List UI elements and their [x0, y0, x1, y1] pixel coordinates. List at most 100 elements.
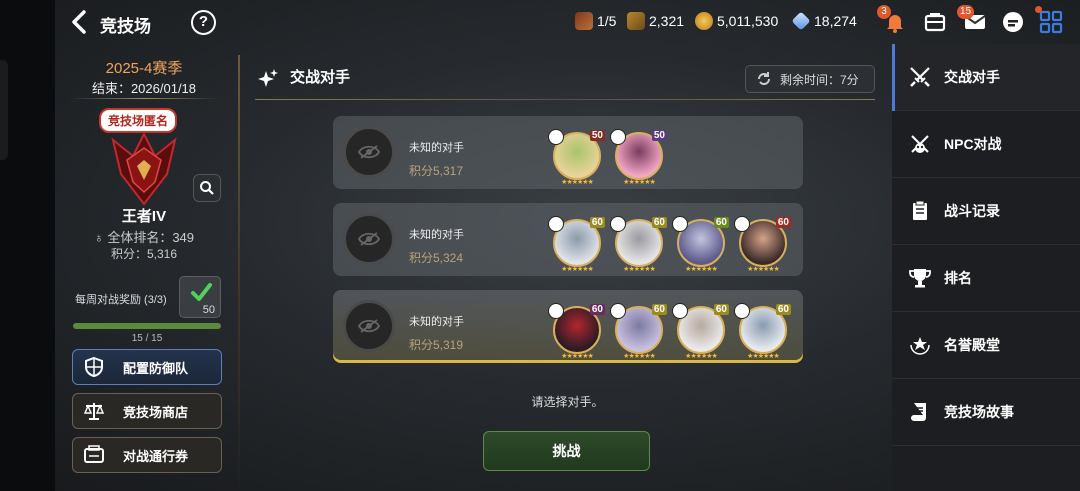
- hero-portrait[interactable]: 60 ★★★★★★: [672, 302, 729, 360]
- season-label: 2025-4赛季: [105, 60, 183, 77]
- challenge-button[interactable]: 挑战: [483, 431, 650, 471]
- sidebar-label: 战斗记录: [944, 203, 1000, 219]
- hero-role-icon: [610, 129, 626, 145]
- hero-stars: ★★★★★★: [561, 353, 594, 360]
- menu-grid-icon[interactable]: [1035, 6, 1065, 36]
- help-icon[interactable]: ?: [191, 10, 216, 35]
- rank-panel: 2025-4赛季 结束：2026/01/18 竞技场匿名 王者IV ♁ 全体排名…: [55, 44, 233, 491]
- reward-count: 50: [202, 304, 215, 316]
- rank-score: 积分：5,316: [110, 247, 178, 261]
- hidden-eye-icon: [358, 232, 380, 246]
- shield-icon: [85, 356, 103, 378]
- search-icon[interactable]: [193, 174, 221, 202]
- unknown-opponent-avatar: [343, 213, 395, 265]
- hero-role-icon: [610, 303, 626, 319]
- remaining-time-text: 剩余时间：7分: [780, 72, 859, 87]
- rank-emblem-icon: [103, 126, 185, 208]
- trophy-icon: [909, 269, 931, 288]
- sidebar-item-opponents[interactable]: 交战对手: [892, 44, 1080, 111]
- hero-level: 60: [651, 217, 667, 228]
- sidebar-item-arena-story[interactable]: 竞技场故事: [892, 379, 1080, 446]
- back-arrow-icon[interactable]: [67, 9, 93, 35]
- arena-shop-label: 竞技场商店: [123, 404, 189, 420]
- crystal-value: 18,274: [814, 13, 857, 29]
- opponent-name: 未知的对手: [409, 229, 464, 241]
- arena-sidebar: 交战对手 NPC对战 战斗记录 排名 名誉殿堂 竞技场故事: [892, 44, 1080, 491]
- hero-role-icon: [610, 216, 626, 232]
- sparkle-icon: [258, 69, 278, 87]
- rank-medal-icon: [627, 12, 645, 30]
- hero-portrait[interactable]: 60 ★★★★★★: [548, 302, 605, 360]
- hero-stars: ★★★★★★: [623, 353, 656, 360]
- hero-portrait[interactable]: 60 ★★★★★★: [734, 215, 791, 273]
- sidebar-label: 名誉殿堂: [944, 337, 1000, 353]
- hero-role-icon: [548, 216, 564, 232]
- hero-level: 60: [775, 304, 791, 315]
- hero-level: 60: [651, 304, 667, 315]
- hero-portrait[interactable]: 60 ★★★★★★: [610, 215, 667, 273]
- opponent-card[interactable]: 未知的对手 积分5,319 60 ★★★★★★ 60 ★★★★★★ 60 ★★★★★★ 60 ★★…: [333, 290, 803, 363]
- hero-portrait[interactable]: 60 ★★★★★★: [548, 215, 605, 273]
- chat-icon[interactable]: [999, 8, 1027, 36]
- npc-battle-icon: [911, 135, 929, 153]
- weekly-reward-label: 每周对战奖励 (3/3): [75, 294, 167, 306]
- progress-fill: [73, 323, 221, 329]
- weekly-reward-item[interactable]: 50: [179, 276, 221, 318]
- hero-portrait[interactable]: 50 ★★★★★★: [610, 128, 667, 186]
- hero-stars: ★★★★★★: [685, 266, 718, 273]
- hero-stars: ★★★★★★: [747, 266, 780, 273]
- hero-stars: ★★★★★★: [561, 179, 594, 186]
- team-icon[interactable]: [921, 8, 949, 36]
- opponent-points: 积分5,319: [409, 338, 464, 352]
- notification-bell-icon[interactable]: 3: [877, 5, 909, 36]
- medal-icon: ♁: [93, 230, 104, 245]
- sidebar-item-hall-of-fame[interactable]: 名誉殿堂: [892, 312, 1080, 379]
- defense-team-label: 配置防御队: [123, 360, 189, 376]
- hero-level: 50: [651, 130, 667, 141]
- scale-icon: [83, 403, 105, 420]
- hero-portrait[interactable]: 60 ★★★★★★: [734, 302, 791, 360]
- hero-role-icon: [672, 303, 688, 319]
- arena-ticket-resource[interactable]: 1/5: [575, 12, 616, 30]
- arena-ticket-value: 1/5: [597, 13, 617, 29]
- hero-stars: ★★★★★★: [747, 353, 780, 360]
- hero-role-icon: [734, 216, 750, 232]
- crystal-resource[interactable]: 18,274: [791, 11, 857, 31]
- opponent-card[interactable]: 未知的对手 积分5,317 50 ★★★★★★ 50 ★★★★★★: [333, 116, 803, 189]
- sidebar-label: 竞技场故事: [944, 404, 1014, 420]
- rank-medal-resource[interactable]: 2,321: [627, 12, 684, 30]
- opponent-points: 积分5,317: [409, 164, 464, 178]
- hero-level: 60: [713, 217, 729, 228]
- gold-coin-icon: [695, 12, 713, 30]
- rank-medal-value: 2,321: [649, 13, 685, 29]
- hero-level: 50: [589, 130, 605, 141]
- ornament-line: [69, 98, 219, 99]
- notification-badge: 3: [877, 5, 891, 19]
- mail-icon[interactable]: 15: [957, 5, 989, 36]
- defense-team-button[interactable]: 配置防御队: [72, 349, 222, 385]
- panel-divider: [238, 55, 240, 491]
- arena-screen: 竞技场 ? 1/5 2,321 5,011,530 18,274 3 15 20…: [0, 0, 1080, 491]
- battle-pass-button[interactable]: 对战通行券: [72, 437, 222, 473]
- sidebar-item-npc-battle[interactable]: NPC对战: [892, 111, 1080, 178]
- rank-name: 王者IV: [121, 208, 167, 225]
- menu-dot: [1035, 6, 1042, 13]
- section-divider: [255, 99, 875, 100]
- hidden-eye-icon: [358, 319, 380, 333]
- remaining-time[interactable]: 剩余时间：7分: [745, 65, 875, 93]
- opponent-card[interactable]: 未知的对手 积分5,324 60 ★★★★★★ 60 ★★★★★★ 60 ★★★★★★ 60 ★★…: [333, 203, 803, 276]
- hero-level: 60: [589, 217, 605, 228]
- sidebar-item-battle-record[interactable]: 战斗记录: [892, 178, 1080, 245]
- arena-shop-button[interactable]: 竞技场商店: [72, 393, 222, 429]
- hero-portrait[interactable]: 60 ★★★★★★: [610, 302, 667, 360]
- hero-level: 60: [775, 217, 791, 228]
- gold-resource[interactable]: 5,011,530: [695, 12, 778, 30]
- sidebar-item-ranking[interactable]: 排名: [892, 245, 1080, 312]
- hero-portrait[interactable]: 50 ★★★★★★: [548, 128, 605, 186]
- hero-stars: ★★★★★★: [623, 266, 656, 273]
- hero-level: 60: [589, 304, 605, 315]
- hero-portrait[interactable]: 60 ★★★★★★: [672, 215, 729, 273]
- top-bar: 竞技场 ? 1/5 2,321 5,011,530 18,274 3 15: [55, 0, 1080, 44]
- weekly-progress-bar: [73, 323, 221, 329]
- opponent-name: 未知的对手: [409, 142, 464, 154]
